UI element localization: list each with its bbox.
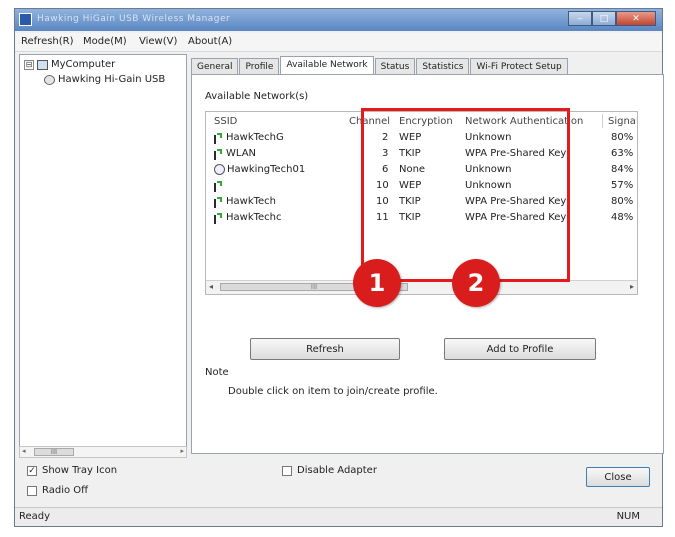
tab-strip: General Profile Available Network Status… <box>191 56 569 75</box>
radio-off-label: Radio Off <box>42 485 89 496</box>
checkbox-checked-icon[interactable]: ✓ <box>27 465 37 476</box>
column-ssid[interactable]: SSID <box>214 116 237 127</box>
tab-general[interactable]: General <box>191 58 239 75</box>
note-text: Double click on item to join/create prof… <box>228 386 438 397</box>
disable-adapter-label: Disable Adapter <box>297 465 377 476</box>
add-to-profile-button[interactable]: Add to Profile <box>444 338 596 360</box>
section-label: Available Network(s) <box>205 91 309 102</box>
tab-wifi-protect-setup[interactable]: Wi-Fi Protect Setup <box>470 58 568 75</box>
column-signal[interactable]: Signal <box>608 116 637 127</box>
close-window-button[interactable]: ✕ <box>616 11 656 26</box>
window-title: Hawking HiGain USB Wireless Manager <box>37 14 231 24</box>
menu-about[interactable]: About(A) <box>188 36 232 47</box>
radio-off-checkbox[interactable]: Radio Off <box>27 485 88 496</box>
show-tray-icon-label: Show Tray Icon <box>42 465 118 476</box>
menu-bar: Refresh(R) Mode(M) View(V) About(A) <box>15 33 662 52</box>
checkbox-unchecked-icon[interactable] <box>282 465 292 476</box>
globe-icon <box>214 164 225 175</box>
tab-profile[interactable]: Profile <box>239 58 280 75</box>
checkbox-unchecked-icon[interactable] <box>27 485 37 496</box>
cell-signal: 80% <box>611 132 634 143</box>
cell-ssid: HawkingTech01 <box>227 164 306 175</box>
menu-view[interactable]: View(V) <box>139 36 177 47</box>
cell-ssid: HawkTech <box>226 196 277 207</box>
menu-refresh[interactable]: Refresh(R) <box>21 36 74 47</box>
close-button[interactable]: Close <box>586 467 650 487</box>
collapse-icon[interactable]: ⊟ <box>24 59 34 70</box>
cell-ssid: HawkTechG <box>226 132 284 143</box>
wifi-icon <box>214 133 222 144</box>
tree-item-hawking-usb[interactable]: Hawking Hi-Gain USB <box>44 74 165 85</box>
wifi-icon <box>214 197 222 208</box>
callout-badge-1: 1 <box>353 259 401 307</box>
callout-badge-2: 2 <box>452 259 500 307</box>
cell-signal: 57% <box>611 180 634 191</box>
cell-signal: 84% <box>611 164 634 175</box>
status-bar: Ready NUM <box>15 507 662 526</box>
scroll-right-arrow-icon[interactable]: ▸ <box>630 282 634 291</box>
wifi-icon <box>214 149 222 160</box>
cell-ssid: HawkTechc <box>226 212 282 223</box>
computer-icon <box>37 59 48 70</box>
tab-status[interactable]: Status <box>374 58 416 75</box>
show-tray-icon-checkbox[interactable]: ✓ Show Tray Icon <box>27 465 117 476</box>
tab-statistics[interactable]: Statistics <box>416 58 470 75</box>
scroll-thumb[interactable]: III <box>34 448 74 456</box>
highlight-box <box>361 108 570 282</box>
tree-root-mycomputer[interactable]: ⊟ MyComputer <box>24 59 115 70</box>
scroll-left-arrow-icon[interactable]: ◂ <box>209 282 213 291</box>
tree-root-label: MyComputer <box>51 59 116 70</box>
note-title: Note <box>205 367 229 378</box>
title-bar[interactable]: Hawking HiGain USB Wireless Manager ‒ □ … <box>15 9 662 31</box>
scroll-right-arrow-icon[interactable]: ▸ <box>180 447 184 455</box>
cell-ssid: WLAN <box>226 148 257 159</box>
minimize-button[interactable]: ‒ <box>568 11 592 26</box>
wifi-icon <box>214 181 222 192</box>
scroll-left-arrow-icon[interactable]: ◂ <box>22 447 26 455</box>
status-text: Ready <box>19 511 51 522</box>
adapter-icon <box>44 74 55 85</box>
device-tree: ⊟ MyComputer Hawking Hi-Gain USB <box>19 54 187 452</box>
disable-adapter-checkbox[interactable]: Disable Adapter <box>282 465 377 476</box>
app-icon <box>19 13 32 26</box>
cell-signal: 48% <box>611 212 634 223</box>
num-lock-indicator: NUM <box>616 511 640 522</box>
cell-signal: 63% <box>611 148 634 159</box>
list-horizontal-scrollbar[interactable]: ◂ III ▸ <box>206 280 637 294</box>
wifi-icon <box>214 213 222 224</box>
tree-child-label: Hawking Hi-Gain USB <box>58 74 166 85</box>
menu-mode[interactable]: Mode(M) <box>83 36 127 47</box>
cell-signal: 80% <box>611 196 634 207</box>
refresh-button[interactable]: Refresh <box>250 338 400 360</box>
maximize-button[interactable]: □ <box>592 11 616 26</box>
column-divider <box>602 114 603 128</box>
tab-available-network[interactable]: Available Network <box>280 56 374 75</box>
tree-horizontal-scrollbar[interactable]: ◂ III ▸ <box>19 446 187 458</box>
